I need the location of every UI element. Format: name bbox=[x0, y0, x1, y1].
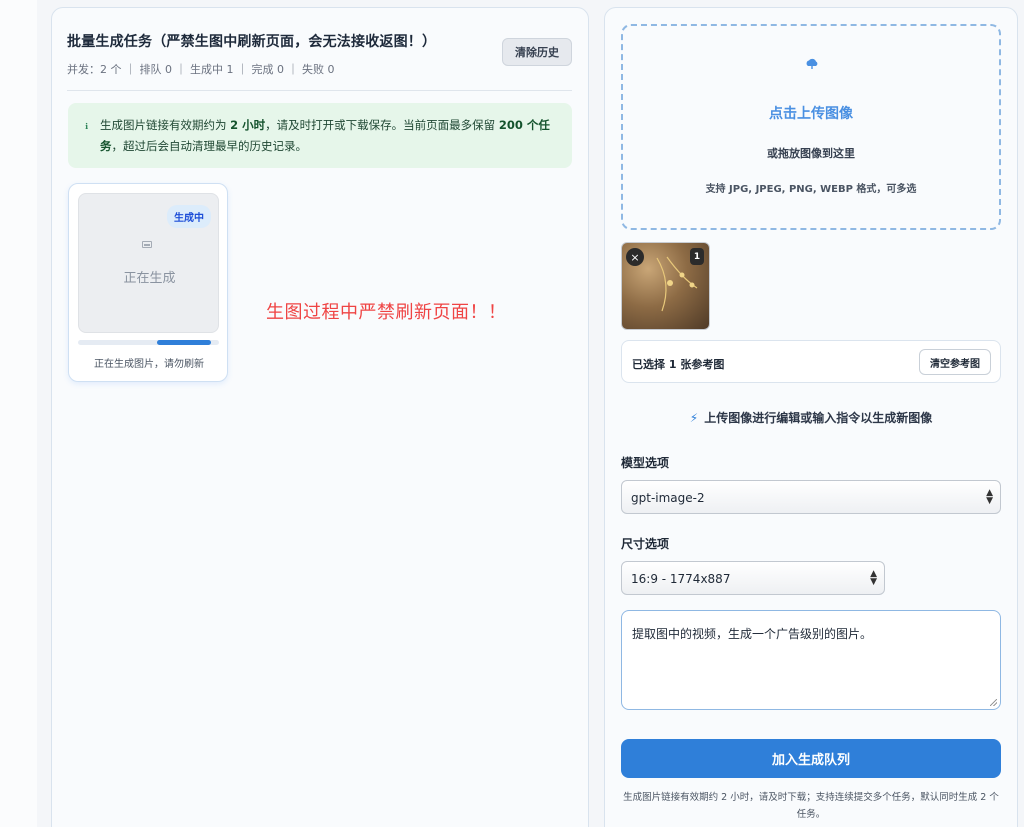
instruction-hint: ⚡ 上传图像进行编辑或输入指令以生成新图像 bbox=[605, 409, 1017, 426]
queue-stats: 并发：2 个 ｜ 排队 0 ｜ 生成中 1 ｜ 完成 0 ｜ 失败 0 bbox=[67, 63, 335, 76]
divider bbox=[67, 90, 572, 91]
status-badge: 生成中 bbox=[167, 205, 211, 228]
info-icon: ℹ bbox=[85, 122, 89, 131]
refresh-warning: 生图过程中严禁刷新页面！！ bbox=[266, 302, 507, 323]
notice-bold-1: 2 小时 bbox=[230, 118, 266, 132]
size-select-value: 16:9 - 1774x887 bbox=[631, 572, 731, 586]
remove-image-button[interactable]: × bbox=[626, 248, 644, 266]
lightning-icon: ⚡ bbox=[689, 411, 699, 425]
left-gutter bbox=[0, 0, 37, 827]
cloud-upload-icon bbox=[806, 58, 818, 69]
clear-references-button[interactable]: 清空参考图 bbox=[919, 349, 991, 375]
progress-bar bbox=[78, 340, 219, 345]
footnote: 生成图片链接有效期约 2 小时，请及时下载；支持连续提交多个任务，默认同时生成 … bbox=[623, 792, 999, 820]
instruction-text: 上传图像进行编辑或输入指令以生成新图像 bbox=[704, 411, 933, 425]
select-arrows-icon: ▲ ▼ bbox=[870, 569, 877, 587]
notice-text-2: ，请及时打开或下载保存。当前页面最多保留 bbox=[265, 118, 499, 132]
upload-subtitle: 或拖放图像到这里 bbox=[767, 147, 855, 160]
upload-format-hint: 支持 JPG, JPEG, PNG, WEBP 格式，可多选 bbox=[705, 184, 917, 195]
task-status-text: 正在生成图片，请勿刷新 bbox=[94, 359, 204, 370]
model-label: 模型选项 bbox=[621, 456, 670, 470]
task-card[interactable]: 生成中 正在生成 正在生成图片，请勿刷新 bbox=[68, 183, 228, 382]
expiry-notice: ℹ 生成图片链接有效期约为 2 小时，请及时打开或下载保存。当前页面最多保留 2… bbox=[68, 103, 572, 168]
selected-refs-bar: 已选择 1 张参考图 清空参考图 bbox=[621, 340, 1001, 383]
reference-thumbnail[interactable]: × 1 bbox=[621, 242, 710, 330]
selected-count-text: 已选择 1 张参考图 bbox=[632, 358, 725, 371]
size-label: 尺寸选项 bbox=[621, 537, 670, 551]
select-arrows-icon: ▲ ▼ bbox=[986, 488, 993, 506]
prompt-text: 提取图中的视频，生成一个广告级别的图片。 bbox=[632, 627, 873, 641]
model-select-value: gpt-image-2 bbox=[631, 491, 705, 505]
upload-title: 点击上传图像 bbox=[769, 106, 853, 122]
image-placeholder-icon bbox=[142, 241, 152, 248]
model-select[interactable]: gpt-image-2 ▲ ▼ bbox=[621, 480, 1001, 514]
clear-history-button[interactable]: 清除历史 bbox=[502, 38, 572, 66]
image-index-badge: 1 bbox=[690, 248, 704, 265]
task-preview: 生成中 正在生成 bbox=[78, 193, 219, 333]
upload-dropzone[interactable]: 点击上传图像 或拖放图像到这里 支持 JPG, JPEG, PNG, WEBP … bbox=[621, 24, 1001, 230]
progress-fill bbox=[156, 340, 211, 345]
queue-title: 批量生成任务（严禁生图中刷新页面，会无法接收返图！） bbox=[67, 34, 437, 50]
add-to-queue-button[interactable]: 加入生成队列 bbox=[621, 739, 1001, 778]
generator-panel: 点击上传图像 或拖放图像到这里 支持 JPG, JPEG, PNG, WEBP … bbox=[604, 7, 1018, 827]
size-select[interactable]: 16:9 - 1774x887 ▲ ▼ bbox=[621, 561, 885, 595]
task-queue-panel: 批量生成任务（严禁生图中刷新页面，会无法接收返图！） 并发：2 个 ｜ 排队 0… bbox=[51, 7, 589, 827]
resize-handle[interactable] bbox=[990, 699, 997, 706]
notice-text-1: 生成图片链接有效期约为 bbox=[100, 118, 231, 132]
notice-text-3: ，超过后会自动清理最早的历史记录。 bbox=[111, 139, 308, 153]
prompt-textarea[interactable]: 提取图中的视频，生成一个广告级别的图片。 bbox=[621, 610, 1001, 710]
generating-placeholder: 正在生成 bbox=[123, 271, 176, 286]
